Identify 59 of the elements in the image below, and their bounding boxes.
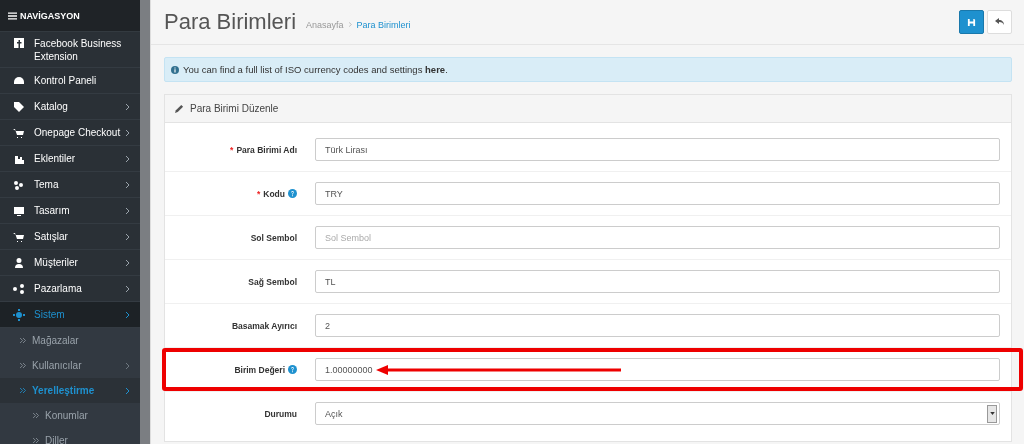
submenu-item[interactable]: Mağazalar [0,328,140,353]
field-label: Sol Sembol [250,232,297,243]
submenu-item[interactable]: Kullanıcılar [0,353,140,378]
double-chevron-icon [33,413,39,418]
back-button[interactable] [987,10,1012,34]
facebook-icon [13,37,25,49]
field-label: Durumu [264,408,297,419]
status-dropdown[interactable]: Açık [315,402,1000,425]
chevron-icon [348,22,352,27]
input-field[interactable]: Türk Lirası [315,138,1000,161]
submenu-item[interactable]: Diller [0,428,140,444]
pencil-icon [175,104,184,113]
chevron-icon [126,155,130,162]
chevron-icon [126,311,130,318]
input-field[interactable]: 2 [315,314,1000,337]
panel-title: Para Birimi Düzenle [190,103,279,114]
scrollbar[interactable] [140,0,151,444]
help-icon[interactable] [288,189,297,198]
reply-arrow-icon [994,18,1005,26]
monitor-icon [13,204,25,217]
page-title: Para Birimleri [164,9,297,35]
cart-icon [13,126,25,139]
chevron-icon [126,285,130,292]
menu-icon[interactable] [8,11,17,20]
field-label: Sağ Sembol [248,276,297,287]
chevron-icon [126,129,130,136]
field-label: Basamak Ayırıcı [231,320,297,331]
user-icon [13,256,25,269]
alert-text: You can find a full list of ISO currency codes and settings here. [183,64,448,75]
cart-icon [13,230,25,243]
double-chevron-icon [20,338,26,343]
input-field[interactable]: TL [315,270,1000,293]
input-field[interactable]: TRY [315,182,1000,205]
double-chevron-icon [33,438,39,443]
chevron-icon [126,207,130,214]
share-icon [13,282,25,295]
save-button[interactable] [959,10,984,34]
input-field[interactable]: 1.00000000 [315,358,1000,381]
required-marker: * [256,188,261,199]
field-label: Birim Değeri [234,364,285,375]
tag-icon [13,100,25,113]
chevron-icon [126,181,130,188]
sidebar-heading: NAVİGASYON [20,10,80,21]
chevron-icon [126,259,130,266]
field-label: Kodu [263,188,285,199]
settings-icon [13,308,25,321]
chevron-icon [126,233,130,240]
required-marker: * [230,144,234,155]
info-icon [171,65,179,74]
chevron-icon [126,103,130,110]
chevron-icon [126,387,130,394]
help-icon[interactable] [288,365,297,374]
submenu-item[interactable]: Konumlar [0,403,140,428]
double-chevron-icon [20,363,26,368]
input-field[interactable]: Sol Sembol [315,226,1000,249]
chevron-icon [126,362,130,369]
sidebar-item[interactable]: Sistem [0,302,140,328]
double-chevron-icon [20,388,26,393]
field-label: Para Birimi Adı [236,144,297,155]
